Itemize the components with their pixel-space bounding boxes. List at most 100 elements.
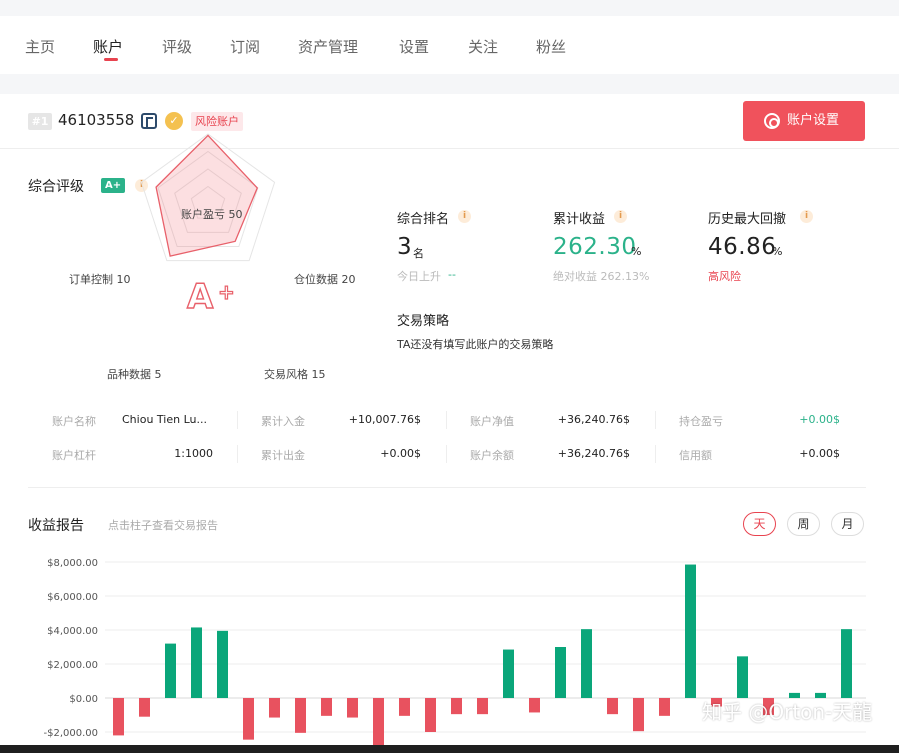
strategy-text: TA还没有填写此账户的交易策略 (397, 338, 554, 351)
nav-settings[interactable]: 设置 (399, 36, 429, 57)
drawdown-unit: % (772, 245, 783, 258)
bottom-bar (0, 745, 899, 753)
profit-bar[interactable] (555, 647, 566, 698)
profit-bar[interactable] (269, 698, 280, 718)
grade-mark: A + (186, 276, 235, 317)
credit-value: +0.00$ (799, 447, 840, 460)
profit-bar[interactable] (425, 698, 436, 732)
report-title: 收益报告 (28, 518, 84, 534)
nav-subscribe[interactable]: 订阅 (230, 36, 260, 57)
rank-value: 3 (397, 234, 413, 260)
radar-label-style: 交易风格 15 (264, 368, 326, 381)
deposit-label: 累计入金 (261, 415, 305, 428)
report-hint: 点击柱子查看交易报告 (108, 519, 218, 532)
balance-label: 账户余额 (470, 449, 514, 462)
info-icon[interactable]: i (458, 210, 471, 223)
profit-bar[interactable] (217, 630, 228, 698)
rank-sub-label: 今日上升 (397, 270, 441, 283)
profit-bar[interactable] (633, 698, 644, 732)
equity-label: 账户净值 (470, 415, 514, 428)
drawdown-value: 46.86 (708, 234, 777, 260)
chart-y-ticks: $8,000.00 $6,000.00 $4,000.00 $2,000.00 $0.0… (43, 558, 98, 739)
profit-bar[interactable] (295, 698, 306, 733)
profit-bar[interactable] (191, 627, 202, 698)
radar-label-order: 订单控制 10 (69, 273, 131, 286)
profit-bar[interactable] (373, 698, 384, 751)
float-pl-value: +0.00$ (799, 413, 840, 426)
profit-bar[interactable] (139, 698, 150, 717)
watermark: 知乎 @Orton-天龍 (702, 700, 873, 724)
profit-bar[interactable] (347, 698, 358, 718)
divider (446, 411, 447, 429)
divider (655, 411, 656, 429)
profit-bar[interactable] (607, 698, 618, 715)
divider (655, 445, 656, 463)
leverage-value: 1:1000 (174, 447, 213, 460)
profit-bar[interactable] (113, 698, 124, 736)
rank-title: 综合排名 (397, 212, 450, 227)
y-tick-label: $4,000.00 (47, 626, 98, 637)
divider (446, 445, 447, 463)
y-tick-label: $2,000.00 (47, 660, 98, 671)
nav-active-indicator (104, 58, 118, 61)
profit-bar[interactable] (243, 698, 254, 740)
profit-bar[interactable] (659, 698, 670, 716)
credit-label: 信用额 (679, 449, 712, 462)
deposit-value: +10,007.76$ (348, 413, 421, 426)
drawdown-sub: 高风险 (708, 270, 741, 283)
top-nav: 主页 账户 评级 订阅 资产管理 设置 关注 粉丝 (0, 16, 899, 74)
nav-follow[interactable]: 关注 (468, 36, 498, 57)
nav-home[interactable]: 主页 (25, 36, 55, 57)
info-icon[interactable]: i (800, 210, 813, 223)
rank-sub-value: -- (448, 268, 456, 281)
divider (237, 445, 238, 463)
withdraw-label: 累计出金 (261, 449, 305, 462)
profit-bar[interactable] (503, 649, 514, 698)
profit-bar[interactable] (399, 698, 410, 716)
profit-bar[interactable] (529, 698, 540, 713)
nav-rating[interactable]: 评级 (162, 36, 192, 57)
nav-account[interactable]: 账户 (93, 36, 123, 57)
rank-unit: 名 (413, 247, 424, 260)
divider (237, 411, 238, 429)
y-tick-label: $8,000.00 (47, 558, 98, 569)
profit-bar[interactable] (165, 643, 176, 698)
y-tick-label: -$2,000.00 (43, 728, 98, 739)
profit-bar[interactable] (685, 564, 696, 698)
radar-label-position: 仓位数据 20 (294, 273, 356, 286)
return-unit: % (631, 245, 642, 258)
account-info-table: 账户名称 Chiou Tien Lu... 账户杠杆 1:1000 累计入金 +… (28, 406, 866, 478)
name-value: Chiou Tien Lu... (122, 413, 207, 426)
y-tick-label: $0.00 (69, 694, 98, 705)
balance-value: +36,240.76$ (557, 447, 630, 460)
svg-text:+: + (218, 280, 235, 304)
return-sub: 绝对收益 262.13% (553, 270, 650, 283)
radar-label-profit: 账户盈亏 50 (181, 208, 243, 221)
period-week-button[interactable]: 周 (787, 512, 820, 536)
return-value: 262.30 (553, 234, 637, 260)
profit-bar[interactable] (581, 629, 592, 698)
name-label: 账户名称 (52, 415, 96, 428)
profit-bar[interactable] (451, 698, 462, 715)
strategy-title: 交易策略 (397, 314, 450, 329)
y-tick-label: $6,000.00 (47, 592, 98, 603)
leverage-label: 账户杠杆 (52, 449, 96, 462)
withdraw-value: +0.00$ (380, 447, 421, 460)
return-title: 累计收益 (553, 212, 606, 227)
section-divider (28, 487, 866, 488)
info-icon[interactable]: i (614, 210, 627, 223)
radar-label-symbol: 品种数据 5 (107, 368, 162, 381)
period-day-button[interactable]: 天 (743, 512, 776, 536)
float-pl-label: 持仓盈亏 (679, 415, 723, 428)
profit-bar[interactable] (841, 629, 852, 698)
profit-bar[interactable] (477, 698, 488, 715)
svg-text:A: A (187, 277, 214, 317)
period-month-button[interactable]: 月 (831, 512, 864, 536)
nav-fans[interactable]: 粉丝 (536, 36, 566, 57)
drawdown-title: 历史最大回撤 (708, 212, 787, 227)
profit-bar[interactable] (321, 698, 332, 716)
nav-asset-management[interactable]: 资产管理 (298, 36, 358, 57)
profit-bar[interactable] (737, 656, 748, 698)
equity-value: +36,240.76$ (557, 413, 630, 426)
account-card: #1 46103558 ✓ 风险账户 账户设置 综合评级 A+ i A + 账户… (0, 94, 899, 753)
